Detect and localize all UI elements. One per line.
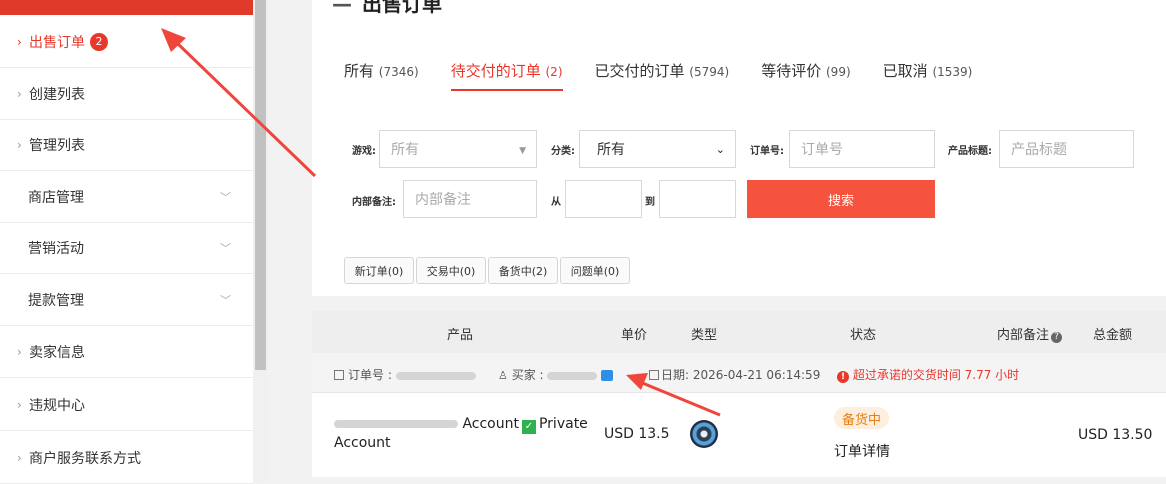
sidebar-item-seller-info[interactable]: › 卖家信息	[0, 326, 253, 378]
tab-all[interactable]: 所有 (7346)	[344, 60, 419, 91]
header-type: 类型	[691, 328, 718, 343]
buyer-info: ♙ 买家 :	[498, 366, 614, 383]
sidebar-item-label: 卖家信息	[29, 344, 85, 361]
tab-cancelled[interactable]: 已取消 (1539)	[883, 60, 973, 91]
chevron-down-icon: ﹀	[220, 191, 231, 204]
note-label: 内部备注:	[352, 197, 396, 208]
help-icon[interactable]: ?	[1051, 332, 1063, 343]
search-button[interactable]: 搜索	[747, 180, 935, 218]
to-label: 到	[645, 197, 655, 208]
chat-icon[interactable]	[601, 370, 614, 381]
chevron-right-icon: ›	[17, 450, 22, 465]
header-status: 状态	[850, 328, 877, 343]
order-no-placeholder: 订单号	[801, 142, 843, 158]
caret-down-icon: ▼	[519, 146, 526, 156]
delivery-warning: ! 超过承诺的交货时间 7.77 小时	[837, 366, 1019, 383]
order-tabs: 所有 (7346) 待交付的订单 (2) 已交付的订单 (5794) 等待评价 …	[344, 60, 1004, 91]
product-title-placeholder: 产品标题	[1011, 142, 1067, 158]
sidebar-item-label: 商店管理	[28, 189, 84, 206]
product-title-input[interactable]: 产品标题	[999, 130, 1134, 168]
chevron-down-icon: ﹀	[220, 294, 231, 307]
chevron-right-icon: ›	[17, 34, 22, 49]
chevron-down-icon: ﹀	[220, 242, 231, 255]
sidebar-header-bar	[0, 0, 253, 15]
header-note: 内部备注?	[997, 324, 1063, 343]
sidebar-item-label: 出售订单	[29, 34, 85, 51]
alert-icon: !	[837, 371, 849, 383]
unit-price: USD 13.5	[604, 426, 670, 442]
to-date-input[interactable]	[659, 180, 736, 218]
sidebar-item-violation-center[interactable]: › 违规中心	[0, 379, 253, 431]
note-placeholder: 内部备注	[415, 192, 471, 208]
from-label: 从	[551, 197, 561, 208]
sidebar-item-label: 商户服务联系方式	[29, 450, 141, 467]
sidebar-scrollbar[interactable]	[253, 0, 268, 483]
check-icon: ✓	[521, 420, 536, 434]
product-title-label: 产品标题:	[948, 146, 992, 157]
user-icon: ♙	[498, 369, 508, 382]
sidebar-item-withdrawal[interactable]: 提款管理 ﹀	[0, 274, 253, 326]
category-select[interactable]: 所有 ⌄	[579, 130, 736, 168]
category-select-value: 所有	[597, 142, 625, 158]
total-amount: USD 13.50	[1078, 427, 1153, 443]
order-number: 订单号 :	[334, 366, 476, 383]
order-no-label: 订单号:	[750, 146, 784, 157]
page-title: — 出售订单	[332, 0, 442, 16]
sidebar-item-store-management[interactable]: 商店管理 ﹀	[0, 171, 253, 223]
chevron-right-icon: ›	[17, 137, 22, 152]
filter-new-orders-button[interactable]: 新订单(0)	[344, 257, 414, 284]
order-date: 日期: 2026-04-21 06:14:59	[649, 366, 820, 383]
note-input[interactable]: 内部备注	[403, 180, 537, 218]
header-unit-price: 单价	[621, 328, 648, 343]
redacted-buyer-name	[547, 371, 598, 380]
category-label: 分类:	[551, 146, 575, 157]
game-select-value: 所有	[391, 142, 419, 158]
chevron-down-icon: ⌄	[715, 143, 725, 156]
sidebar-item-merchant-contact[interactable]: › 商户服务联系方式	[0, 432, 253, 484]
header-total: 总金额	[1093, 328, 1133, 343]
order-detail-link[interactable]: 订单详情	[834, 441, 890, 461]
game-logo-icon	[690, 420, 718, 448]
tab-awaiting-review[interactable]: 等待评价 (99)	[761, 60, 850, 91]
status-badge: 备货中	[834, 407, 890, 429]
game-label: 游戏:	[352, 146, 376, 157]
order-no-input[interactable]: 订单号	[789, 130, 935, 168]
filter-stocking-button[interactable]: 备货中(2)	[488, 257, 558, 284]
filter-problem-orders-button[interactable]: 问题单(0)	[560, 257, 630, 284]
redacted-product-name	[334, 420, 458, 428]
chevron-right-icon: ›	[17, 86, 22, 101]
sidebar-item-label: 管理列表	[29, 137, 85, 154]
sidebar-item-marketing[interactable]: 营销活动 ﹀	[0, 222, 253, 274]
sidebar-item-manage-listing[interactable]: › 管理列表	[0, 119, 253, 171]
calendar-icon	[649, 370, 659, 380]
header-product: 产品	[447, 328, 474, 343]
scrollbar-thumb[interactable]	[255, 0, 266, 370]
tab-pending-delivery[interactable]: 待交付的订单 (2)	[450, 60, 563, 91]
from-date-input[interactable]	[565, 180, 642, 218]
product-title-line1[interactable]: Account ✓ Private	[334, 416, 588, 434]
copy-icon[interactable]	[334, 370, 344, 380]
tab-delivered[interactable]: 已交付的订单 (5794)	[595, 60, 730, 91]
chevron-right-icon: ›	[17, 344, 22, 359]
chevron-right-icon: ›	[17, 397, 22, 412]
redacted-order-number	[395, 371, 476, 380]
sidebar-item-sell-orders[interactable]: › 出售订单 2	[0, 16, 253, 68]
table-row: Account ✓ Private Account USD 13.5 备货中 订单详…	[312, 393, 1166, 477]
orders-table-header: 产品 单价 类型 状态 内部备注? 总金额	[312, 311, 1166, 353]
filter-in-trade-button[interactable]: 交易中(0)	[416, 257, 486, 284]
order-meta-row: 订单号 : ♙ 买家 : 日期: 2026-04-21 06:14:59 ! 超…	[312, 353, 1166, 393]
sidebar: › 出售订单 2 › 创建列表 › 管理列表 商店管理 ﹀ 营销活动 ﹀ 提款管…	[0, 0, 253, 484]
sidebar-item-label: 创建列表	[29, 86, 85, 103]
product-title-line2[interactable]: Account	[334, 435, 391, 451]
sidebar-item-create-listing[interactable]: › 创建列表	[0, 68, 253, 120]
sidebar-item-label: 提款管理	[28, 292, 84, 309]
sidebar-item-label: 营销活动	[28, 240, 84, 257]
game-select[interactable]: 所有 ▼	[379, 130, 537, 168]
sidebar-item-label: 违规中心	[29, 397, 85, 414]
notification-badge: 2	[90, 32, 108, 51]
